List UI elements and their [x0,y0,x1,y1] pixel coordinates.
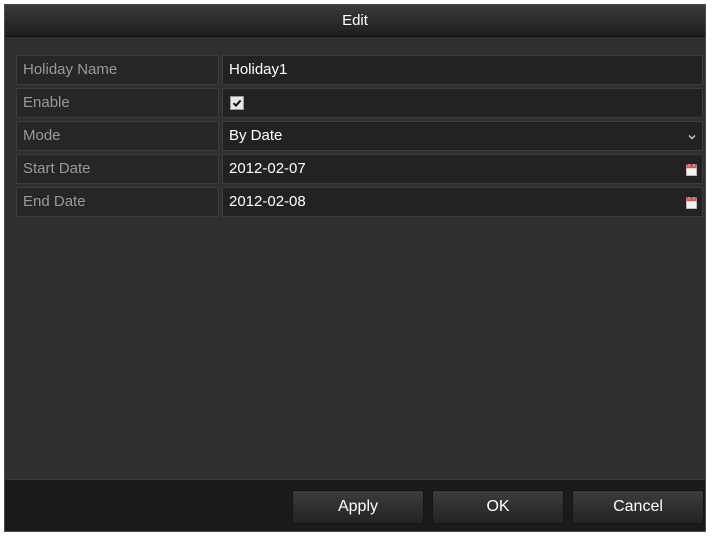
mode-label: Mode [16,121,219,151]
dialog-title-bar: Edit [5,5,705,37]
enable-row: Enable [16,88,703,118]
start-date-value: 2012-02-07 [229,160,306,177]
checkmark-icon [232,99,242,108]
end-date-label: End Date [16,187,219,217]
mode-row: Mode By Date [16,121,703,151]
calendar-icon[interactable] [686,164,697,176]
end-date-value: 2012-02-08 [229,193,306,210]
start-date-input[interactable]: 2012-02-07 [222,154,703,184]
mode-select[interactable]: By Date [222,121,703,151]
cancel-button[interactable]: Cancel [572,490,704,524]
ok-button[interactable]: OK [432,490,564,524]
calendar-icon[interactable] [686,197,697,209]
holiday-name-input[interactable]: Holiday1 [222,55,703,85]
dialog-footer: Apply OK Cancel [5,479,705,531]
end-date-row: End Date 2012-02-08 [16,187,703,217]
apply-button[interactable]: Apply [292,490,424,524]
holiday-name-row: Holiday Name Holiday1 [16,55,703,85]
holiday-form: Holiday Name Holiday1 Enable Mode By Dat… [16,55,703,220]
chevron-down-icon[interactable] [688,134,696,140]
start-date-label: Start Date [16,154,219,184]
edit-holiday-dialog: Edit Holiday Name Holiday1 Enable Mode B… [4,4,706,532]
enable-cell [222,88,703,118]
dialog-title: Edit [342,12,368,29]
mode-value: By Date [229,127,283,144]
enable-label: Enable [16,88,219,118]
end-date-input[interactable]: 2012-02-08 [222,187,703,217]
enable-checkbox[interactable] [230,96,244,110]
start-date-row: Start Date 2012-02-07 [16,154,703,184]
holiday-name-label: Holiday Name [16,55,219,85]
